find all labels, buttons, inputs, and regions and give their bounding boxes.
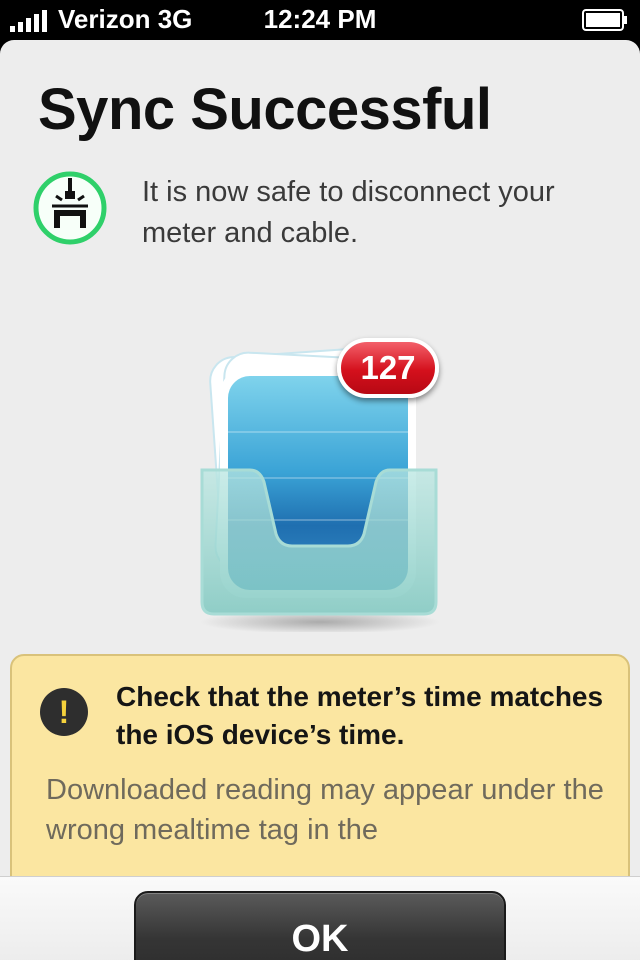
clock: 12:24 PM: [263, 4, 377, 34]
safe-disconnect-message: It is now safe to disconnect your meter …: [142, 176, 555, 249]
exclamation-icon: !: [40, 688, 88, 736]
battery-icon: [582, 9, 627, 31]
sync-result-sheet: Sync Successful It is now safe to discon…: [0, 40, 640, 960]
unread-count-badge: 127: [337, 338, 439, 398]
page-title: Sync Successful: [38, 77, 492, 142]
warning-body: Downloaded reading may appear under the …: [46, 774, 604, 846]
ok-button[interactable]: OK: [134, 891, 506, 960]
status-bar: Verizon 3G 12:24 PM: [0, 0, 640, 40]
bottom-action-bar: OK: [0, 876, 640, 960]
warning-heading: Check that the meter’s time matches the …: [116, 681, 604, 750]
unplug-cable-icon: [33, 171, 107, 245]
